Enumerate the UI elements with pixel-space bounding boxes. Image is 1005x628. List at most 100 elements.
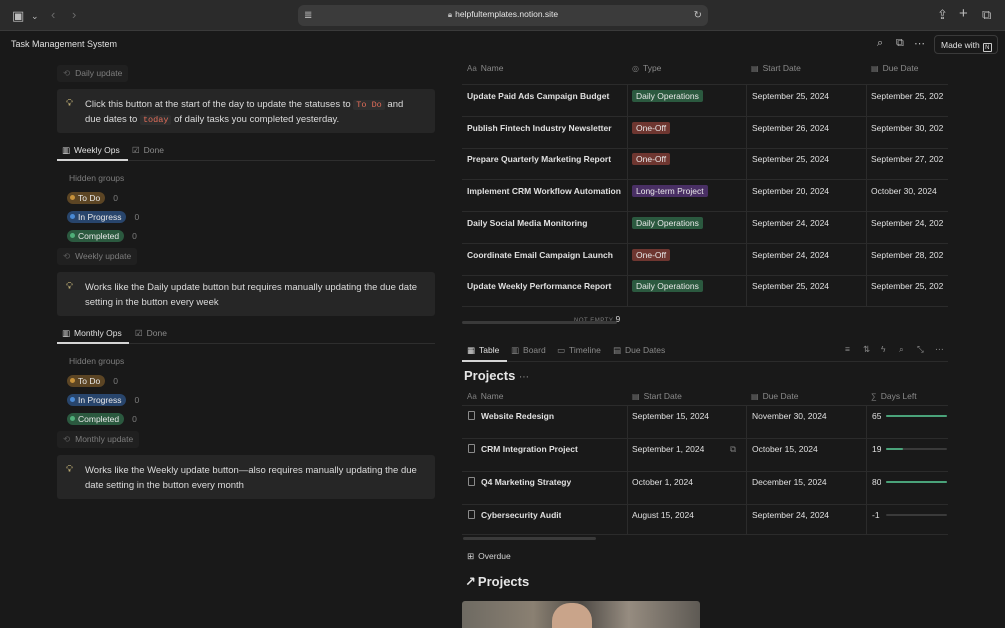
project-due-date[interactable]: September 24, 2024: [752, 510, 829, 520]
task-due-date[interactable]: September 25, 202: [871, 91, 948, 101]
tabs-overview-icon[interactable]: ⧉: [982, 7, 991, 23]
task-type[interactable]: Daily Operations: [632, 216, 703, 229]
table-row[interactable]: Update Weekly Performance Report Daily Op…: [462, 275, 948, 308]
project-start-date[interactable]: September 1, 2024: [632, 444, 704, 454]
project-due-date[interactable]: December 15, 2024: [752, 477, 827, 487]
project-start-date[interactable]: September 15, 2024: [632, 411, 709, 421]
made-with-notion-button[interactable]: Made with N: [934, 35, 998, 54]
project-days-left[interactable]: -1: [872, 510, 880, 520]
automation-icon[interactable]: ϟ: [881, 344, 886, 354]
table-row[interactable]: Cybersecurity Audit August 15, 2024 Septem…: [462, 505, 948, 535]
task-name[interactable]: Publish Fintech Industry Newsletter: [467, 123, 625, 133]
task-start-date[interactable]: September 20, 2024: [752, 186, 829, 196]
task-name[interactable]: Prepare Quarterly Marketing Report: [467, 154, 625, 164]
project-days-left[interactable]: 19: [872, 444, 881, 454]
column-name-header[interactable]: Aa Name: [467, 63, 503, 73]
task-type[interactable]: Long-term Project: [632, 185, 708, 198]
task-start-date[interactable]: September 24, 2024: [752, 250, 829, 260]
table-row[interactable]: Implement CRM Workflow Automation Long-te…: [462, 180, 948, 213]
project-start-date[interactable]: October 1, 2024: [632, 477, 693, 487]
tab-due-dates[interactable]: ▤ Due Dates: [613, 345, 665, 356]
task-due-date[interactable]: October 30, 2024: [871, 186, 948, 196]
table-row[interactable]: Prepare Quarterly Marketing Report One-Of…: [462, 148, 948, 181]
table-row[interactable]: Update Paid Ads Campaign Budget Daily Ope…: [462, 85, 948, 117]
task-start-date[interactable]: September 26, 2024: [752, 123, 829, 133]
reload-icon[interactable]: ↻: [694, 8, 702, 24]
tab-weekly-done[interactable]: ☑ Done: [132, 145, 164, 156]
task-name[interactable]: Daily Social Media Monitoring: [467, 218, 625, 228]
task-start-date[interactable]: September 25, 2024: [752, 91, 829, 101]
task-due-date[interactable]: September 28, 202: [871, 250, 948, 260]
project-start-date[interactable]: August 15, 2024: [632, 510, 694, 520]
column-due-header[interactable]: ▤ Due Date: [751, 391, 798, 401]
column-due-header[interactable]: ▤ Due Date: [871, 63, 918, 73]
address-bar[interactable]: ≣ 🔒︎ helpfultemplates.notion.site ↻: [298, 5, 708, 26]
task-due-date[interactable]: September 27, 202: [871, 154, 948, 164]
task-due-date[interactable]: September 24, 202: [871, 218, 948, 228]
group-completed[interactable]: Completed 0: [67, 230, 137, 242]
task-name[interactable]: Coordinate Email Campaign Launch: [467, 250, 625, 260]
task-name[interactable]: Update Weekly Performance Report: [467, 281, 625, 291]
table-row[interactable]: Coordinate Email Campaign Launch One-Off S…: [462, 243, 948, 276]
tab-weekly-ops[interactable]: ▥ Weekly Ops: [62, 145, 120, 156]
share-icon[interactable]: ⇪: [937, 7, 948, 23]
back-icon[interactable]: ‹: [51, 7, 55, 23]
table-row[interactable]: Publish Fintech Industry Newsletter One-O…: [462, 116, 948, 149]
project-name[interactable]: Q4 Marketing Strategy: [468, 477, 571, 487]
more-icon[interactable]: ⋯: [519, 372, 529, 383]
tab-monthly-done[interactable]: ☑ Done: [135, 328, 167, 339]
horizontal-scrollbar[interactable]: [462, 321, 617, 324]
table-row[interactable]: Q4 Marketing Strategy October 1, 2024 Dece…: [462, 472, 948, 505]
forward-icon[interactable]: ›: [72, 7, 76, 23]
projects-title[interactable]: Projects ⋯: [464, 368, 529, 383]
overdue-view-link[interactable]: ⊞ Overdue: [467, 551, 511, 562]
group-in-progress[interactable]: In Progress 0: [67, 394, 139, 406]
column-type-header[interactable]: ◎ Type: [632, 63, 661, 73]
project-name[interactable]: Cybersecurity Audit: [468, 510, 561, 520]
column-days-left-header[interactable]: ∑ Days Left: [871, 391, 917, 401]
tab-board[interactable]: ▥ Board: [511, 345, 546, 356]
column-start-header[interactable]: ▤ Start Date: [751, 63, 801, 73]
task-name[interactable]: Implement CRM Workflow Automation: [467, 186, 625, 196]
task-type[interactable]: One-Off: [632, 248, 671, 261]
sidebar-toggle-icon[interactable]: ▣: [12, 8, 24, 24]
task-type[interactable]: Daily Operations: [632, 90, 703, 102]
copy-icon[interactable]: ⧉: [730, 444, 736, 455]
task-start-date[interactable]: September 25, 2024: [752, 154, 829, 164]
task-type[interactable]: Daily Operations: [632, 280, 703, 293]
table-row[interactable]: CRM Integration Project September 1, 2024…: [462, 439, 948, 472]
tab-timeline[interactable]: ▭ Timeline: [557, 345, 601, 356]
projects-link[interactable]: ↗ Projects: [465, 574, 529, 590]
project-due-date[interactable]: November 30, 2024: [752, 411, 827, 421]
horizontal-scrollbar[interactable]: [463, 537, 596, 540]
project-days-left[interactable]: 65: [872, 411, 881, 421]
group-in-progress[interactable]: In Progress 0: [67, 211, 139, 223]
project-name[interactable]: CRM Integration Project: [468, 444, 578, 454]
group-completed[interactable]: Completed 0: [67, 413, 137, 425]
group-todo[interactable]: To Do 0: [67, 192, 118, 204]
task-start-date[interactable]: September 25, 2024: [752, 281, 829, 291]
table-row[interactable]: Website Redesign September 15, 2024 Novemb…: [462, 406, 948, 439]
more-icon[interactable]: ⋯: [914, 37, 925, 50]
page-title[interactable]: Task Management System: [11, 39, 117, 49]
task-type[interactable]: One-Off: [632, 121, 671, 134]
duplicate-icon[interactable]: ⧉: [896, 37, 904, 50]
tab-table[interactable]: ▦ Table: [467, 345, 499, 356]
tab-monthly-ops[interactable]: ▥ Monthly Ops: [62, 328, 122, 339]
task-name[interactable]: Update Paid Ads Campaign Budget: [467, 91, 625, 101]
task-type[interactable]: One-Off: [632, 153, 671, 166]
table-row[interactable]: Daily Social Media Monitoring Daily Opera…: [462, 211, 948, 244]
search-icon[interactable]: ⌕: [899, 344, 904, 355]
task-start-date[interactable]: September 24, 2024: [752, 218, 829, 228]
column-start-header[interactable]: ▤ Start Date: [632, 391, 682, 401]
project-name[interactable]: Website Redesign: [468, 411, 554, 421]
weekly-update-button[interactable]: ⟲ Weekly update: [57, 248, 138, 265]
project-due-date[interactable]: October 15, 2024: [752, 444, 818, 454]
task-due-date[interactable]: September 25, 202: [871, 281, 948, 291]
new-tab-icon[interactable]: +: [959, 6, 968, 22]
daily-update-button[interactable]: ⟲ Daily update: [57, 65, 129, 82]
column-name-header[interactable]: Aa Name: [467, 391, 503, 401]
expand-icon[interactable]: ⤡: [917, 344, 924, 355]
chevron-down-icon[interactable]: ⌄: [31, 8, 39, 24]
filter-icon[interactable]: ≡: [845, 344, 850, 354]
